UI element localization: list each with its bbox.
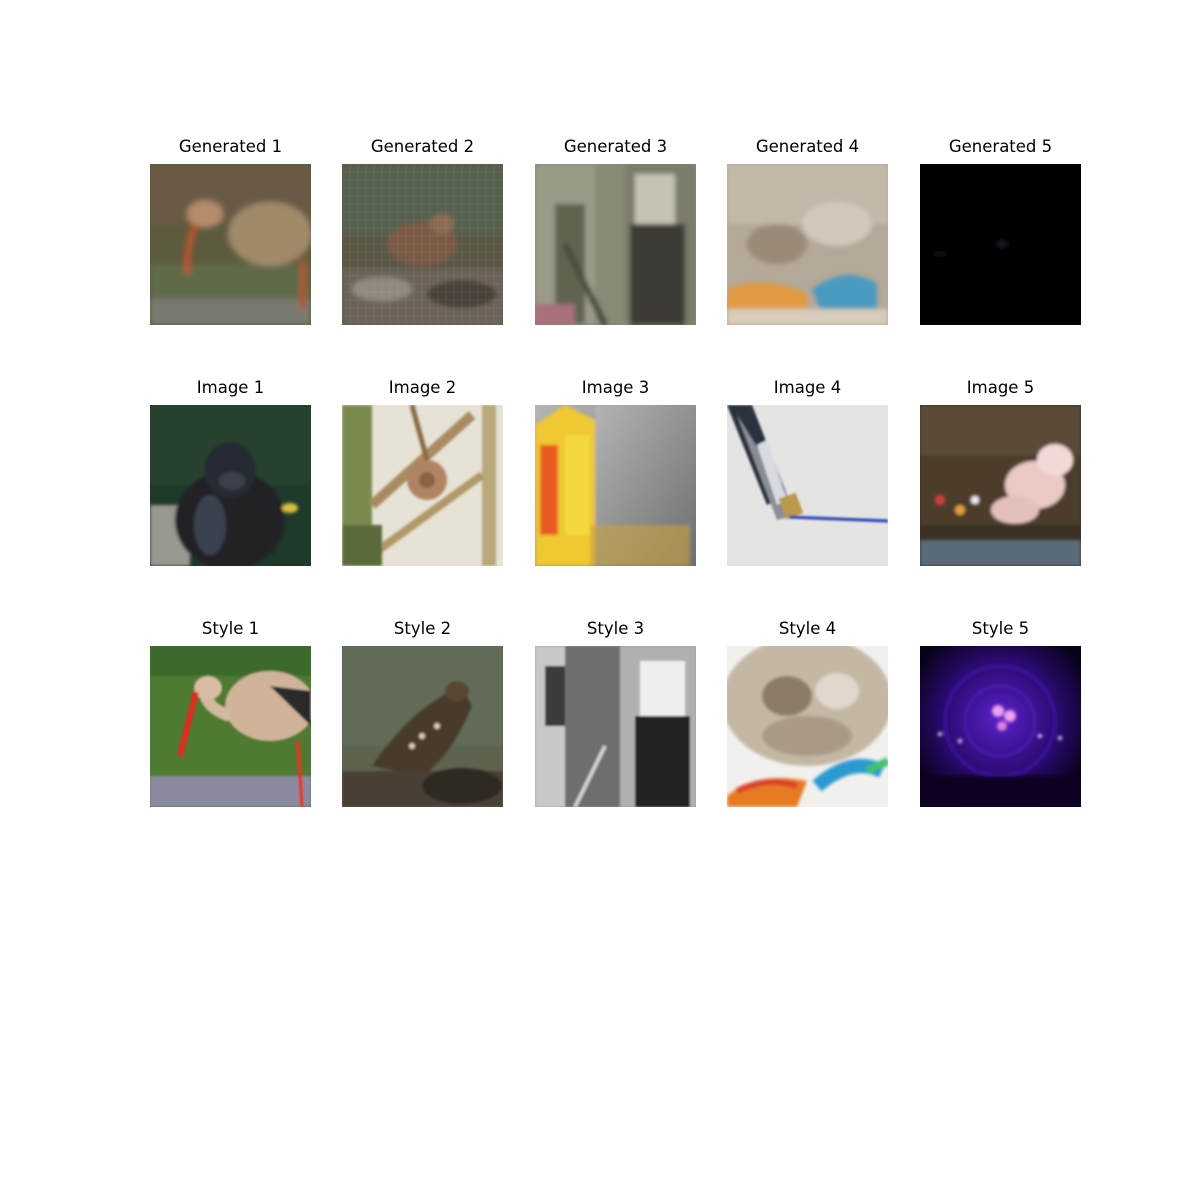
style-image-5	[920, 646, 1081, 807]
panel-title: Style 3	[586, 619, 645, 638]
panel-style-1: Style 1	[150, 618, 311, 818]
generated-image-4	[727, 164, 888, 325]
panel-image-5: Image 5	[920, 377, 1081, 577]
panel-title: Image 3	[581, 378, 650, 397]
style-image-4	[727, 646, 888, 807]
panel-generated-4: Generated 4	[727, 136, 888, 336]
dog-thumbnail	[727, 646, 888, 807]
panel-title: Image 2	[388, 378, 457, 397]
panel-style-3: Style 3	[535, 618, 696, 818]
gorilla-thumbnail	[150, 405, 311, 566]
style-image-1	[150, 646, 311, 807]
content-image-4	[727, 405, 888, 566]
panel-title: Style 4	[778, 619, 837, 638]
panel-image-1: Image 1	[150, 377, 311, 577]
style-image-3	[535, 646, 696, 807]
panel-generated-1: Generated 1	[150, 136, 311, 336]
panel-title: Generated 2	[370, 137, 475, 156]
panel-style-2: Style 2	[342, 618, 503, 818]
generated-image-3	[535, 164, 696, 325]
generated-image-2	[342, 164, 503, 325]
panel-image-3: Image 3	[535, 377, 696, 577]
content-image-5	[920, 405, 1081, 566]
panel-title: Style 2	[393, 619, 452, 638]
panel-style-5: Style 5	[920, 618, 1081, 818]
pen-thumbnail	[727, 405, 888, 566]
style-image-2	[342, 646, 503, 807]
generated-image-1	[150, 164, 311, 325]
panel-title: Generated 4	[755, 137, 860, 156]
panel-title: Image 4	[773, 378, 842, 397]
purple-lights-thumbnail	[920, 646, 1081, 807]
generated-figures-thumbnail	[535, 164, 696, 325]
content-image-1	[150, 405, 311, 566]
content-image-3	[535, 405, 696, 566]
panel-title: Generated 3	[563, 137, 668, 156]
panel-title: Style 1	[201, 619, 260, 638]
eagle-thumbnail	[342, 646, 503, 807]
panel-generated-2: Generated 2	[342, 136, 503, 336]
carton-thumbnail	[535, 405, 696, 566]
panel-generated-5: Generated 5	[920, 136, 1081, 336]
generated-bird-thumbnail	[342, 164, 503, 325]
figure: Generated 1 Generated 2 Generated 3 Gene…	[0, 0, 1200, 1200]
panel-title: Image 1	[196, 378, 265, 397]
panel-title: Style 5	[971, 619, 1030, 638]
content-image-2	[342, 405, 503, 566]
panel-title: Generated 1	[178, 137, 283, 156]
generated-dark-thumbnail	[920, 164, 1081, 325]
generated-dog-thumbnail	[727, 164, 888, 325]
panel-style-4: Style 4	[727, 618, 888, 818]
panel-image-2: Image 2	[342, 377, 503, 577]
panel-generated-3: Generated 3	[535, 136, 696, 336]
sweets-thumbnail	[920, 405, 1081, 566]
stork-thumbnail	[150, 646, 311, 807]
generated-stork-thumbnail	[150, 164, 311, 325]
panel-title: Image 5	[966, 378, 1035, 397]
generated-image-5	[920, 164, 1081, 325]
panel-title: Generated 5	[948, 137, 1053, 156]
bw-people-thumbnail	[535, 646, 696, 807]
panel-image-4: Image 4	[727, 377, 888, 577]
padlock-thumbnail	[342, 405, 503, 566]
